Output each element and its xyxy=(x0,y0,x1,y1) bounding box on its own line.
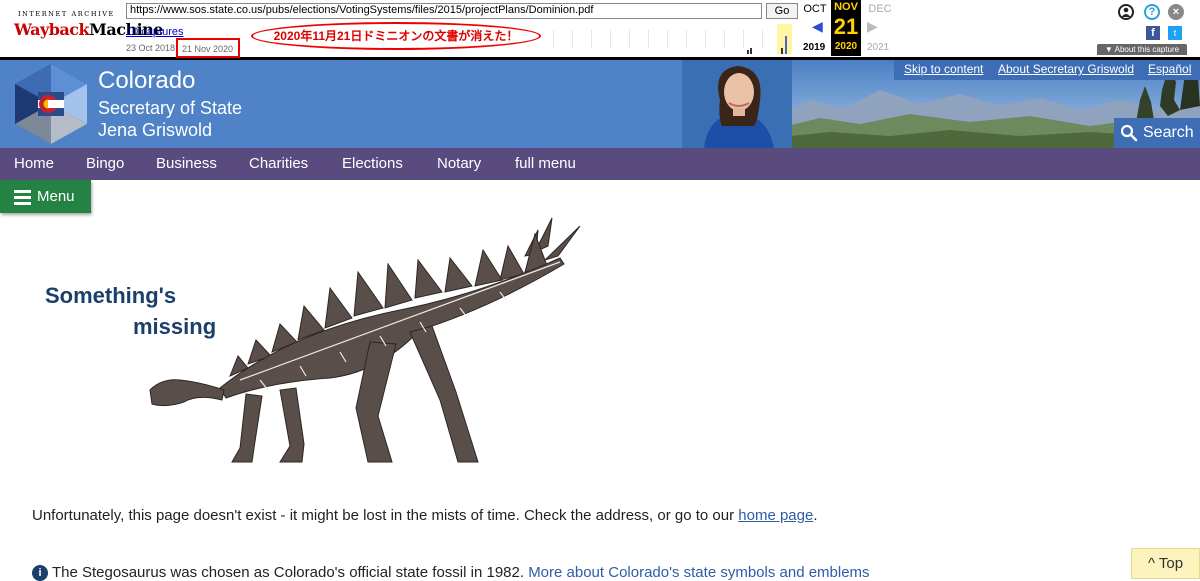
colorado-seal-logo[interactable] xyxy=(12,62,90,146)
site-title[interactable]: Colorado Secretary of State Jena Griswol… xyxy=(98,68,242,141)
about-secretary-link[interactable]: About Secretary Griswold xyxy=(998,62,1134,76)
facebook-icon[interactable]: f xyxy=(1146,26,1160,40)
calendar-next-year: 2021 xyxy=(867,42,890,53)
nav-item-bingo[interactable]: Bingo xyxy=(86,155,124,172)
user-icon[interactable] xyxy=(1118,4,1134,20)
nav-item-elections[interactable]: Elections xyxy=(342,155,403,172)
sparkline-grid-tick xyxy=(648,30,649,48)
url-input[interactable]: https://www.sos.state.co.us/pubs/electio… xyxy=(126,3,762,19)
calendar-prev-month[interactable]: OCT xyxy=(800,3,830,15)
internet-archive-label: INTERNET ARCHIVE xyxy=(18,10,115,18)
calendar-current: NOV 21 2020 xyxy=(831,0,861,56)
sparkline-grid-tick xyxy=(762,30,763,48)
fact-text: The Stegosaurus was chosen as Colorado's… xyxy=(52,564,529,581)
wayback-word: Wayback xyxy=(14,20,90,39)
utility-links-bar: Skip to content About Secretary Griswold… xyxy=(894,60,1200,80)
sparkline-grid-tick xyxy=(743,30,744,48)
site-title-colorado: Colorado xyxy=(98,67,196,94)
help-icon[interactable]: ? xyxy=(1144,4,1160,20)
nav-item-notary[interactable]: Notary xyxy=(437,155,481,172)
not-found-message: Unfortunately, this page doesn't exist -… xyxy=(32,507,818,524)
secretary-portrait-image xyxy=(682,60,792,148)
sparkline-grid-tick xyxy=(553,30,554,48)
sparkline-grid-tick xyxy=(667,30,668,48)
home-page-link[interactable]: home page xyxy=(738,507,813,524)
calendar-next-month: DEC xyxy=(868,3,892,15)
close-icon[interactable]: × xyxy=(1168,4,1184,20)
main-nav: Home Bingo Business Charities Elections … xyxy=(0,148,1200,180)
sparkline-grid-tick xyxy=(705,30,706,48)
wayback-toolbar: INTERNET ARCHIVE WaybackMachine https://… xyxy=(0,0,1200,60)
sparkline-grid-tick xyxy=(629,30,630,48)
search-icon xyxy=(1120,124,1138,142)
calendar-current-year: 2020 xyxy=(834,41,858,52)
stegosaurus-skeleton-image xyxy=(140,212,590,472)
nav-item-charities[interactable]: Charities xyxy=(249,155,308,172)
go-button[interactable]: Go xyxy=(766,3,798,19)
nav-item-business[interactable]: Business xyxy=(156,155,217,172)
espanol-link[interactable]: Español xyxy=(1148,62,1191,76)
twitter-icon[interactable]: t xyxy=(1168,26,1182,40)
about-this-capture-button[interactable]: ▼ About this capture xyxy=(1097,44,1187,55)
menu-button[interactable]: Menu xyxy=(0,180,91,213)
sparkline-capture-bar xyxy=(785,36,787,54)
menu-label: Menu xyxy=(37,188,75,205)
prev-capture-arrow-icon[interactable]: ◀ xyxy=(812,18,823,35)
hamburger-icon xyxy=(14,190,31,205)
sparkline-capture-bar xyxy=(750,48,752,54)
sparkline-grid-tick xyxy=(572,30,573,48)
back-to-top-button[interactable]: ^ Top xyxy=(1131,548,1200,579)
state-fossil-fact: i The Stegosaurus was chosen as Colorado'… xyxy=(32,564,870,581)
message-text: Unfortunately, this page doesn't exist -… xyxy=(32,507,739,524)
search-button[interactable]: Search xyxy=(1114,118,1200,148)
nav-item-full-menu[interactable]: full menu xyxy=(515,155,576,172)
sparkline-capture-bar xyxy=(747,50,749,54)
calendar-current-month: NOV xyxy=(834,1,858,13)
skip-to-content-link[interactable]: Skip to content xyxy=(904,62,983,76)
captures-link[interactable]: 10 captures xyxy=(126,26,183,38)
sparkline-grid-tick xyxy=(724,30,725,48)
next-capture-arrow-icon: ▶ xyxy=(867,18,878,34)
search-label: Search xyxy=(1143,124,1194,141)
message-period: . xyxy=(813,507,818,524)
calendar-prev-year[interactable]: 2019 xyxy=(803,42,825,53)
sparkline-grid-tick xyxy=(686,30,687,48)
site-title-name: Jena Griswold xyxy=(98,120,213,140)
capture-sparkline[interactable] xyxy=(545,24,798,54)
red-annotation-oval: 2020年11月21日ドミニオンの文書が消えた！ xyxy=(251,22,541,50)
wayback-logo[interactable]: INTERNET ARCHIVE WaybackMachine xyxy=(14,6,163,52)
state-symbols-link[interactable]: More about Colorado's state symbols and … xyxy=(528,564,869,581)
sparkline-capture-bar xyxy=(781,48,783,54)
nav-item-home[interactable]: Home xyxy=(14,155,54,172)
last-capture-date-highlight[interactable]: 21 Nov 2020 xyxy=(176,38,240,58)
sparkline-grid-tick xyxy=(610,30,611,48)
wayback-icon-group: ? × xyxy=(1118,4,1188,24)
sparkline-grid-tick xyxy=(591,30,592,48)
calendar-current-day: 21 xyxy=(833,14,859,39)
site-title-secretary: Secretary of State xyxy=(98,98,243,118)
last-capture-date: 21 Nov 2020 xyxy=(182,44,234,54)
first-capture-date[interactable]: 23 Oct 2018 xyxy=(126,43,175,53)
